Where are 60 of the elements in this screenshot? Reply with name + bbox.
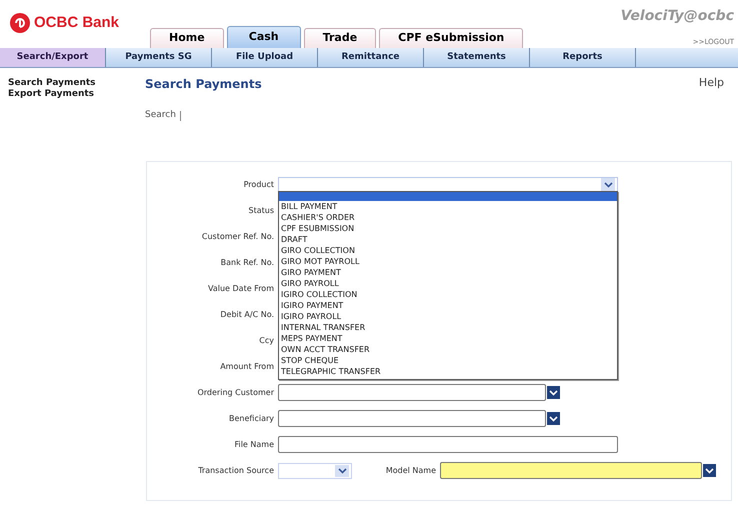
field-label: Debit A/C No. (219, 308, 274, 320)
nav-tab[interactable]: CPF eSubmission (379, 28, 524, 48)
nav-tab[interactable]: Cash (226, 26, 301, 48)
subnav-tab[interactable]: Search/Export (0, 48, 106, 67)
field-label: Ccy (258, 334, 274, 346)
subnav-tab[interactable]: Remittance (318, 48, 424, 67)
field-label: Transaction Source (197, 464, 274, 476)
subnav-tab[interactable]: Payments SG (106, 48, 212, 67)
dropdown-option[interactable]: BILL PAYMENT (279, 200, 617, 212)
lookup-button[interactable] (703, 464, 716, 477)
dropdown-option[interactable]: DRAFT (279, 234, 617, 244)
chevron-down-icon (705, 468, 714, 474)
breadcrumb-link[interactable]: Search (145, 109, 176, 122)
nav-tab[interactable]: Trade (304, 28, 376, 48)
field-label: Ordering Customer (196, 386, 274, 398)
dropdown-option[interactable]: GIRO COLLECTION (279, 244, 617, 256)
dropdown-option[interactable]: MEPS PAYMENT (279, 332, 617, 344)
dropdown-option[interactable]: CPF ESUBMISSION (279, 222, 617, 234)
brand-logo-text: VelociTy@ocbc (620, 7, 734, 26)
subnav-tab[interactable]: File Upload (212, 48, 318, 67)
field-label: Customer Ref. No. (200, 230, 274, 242)
sidebar-link[interactable]: Search Payments (8, 78, 140, 89)
lookup-button[interactable] (547, 412, 560, 425)
field-label: Amount From (219, 360, 274, 372)
field-label: Bank Ref. No. (220, 256, 274, 268)
dropdown-option[interactable]: OWN ACCT TRANSFER (279, 344, 617, 354)
chevron-down-icon (338, 468, 346, 474)
dropdown-option[interactable]: TELEGRAPHIC TRANSFER (279, 366, 617, 376)
input-field[interactable] (278, 436, 618, 453)
field-label: Value Date From (207, 282, 274, 294)
chevron-down-icon (604, 182, 612, 188)
page-title: Search Payments (145, 76, 262, 93)
lookup-field[interactable] (278, 410, 546, 427)
dropdown-option[interactable]: GIRO PAYROLL (279, 278, 617, 288)
lookup-field[interactable] (440, 462, 702, 479)
logo-icon (10, 12, 30, 33)
dropdown-option[interactable]: INTERNAL TRANSFER (279, 322, 617, 332)
field-label: Model Name (384, 464, 436, 476)
field-label: Beneficiary (228, 412, 274, 424)
field-label: Status (248, 204, 274, 216)
subnav-tab[interactable]: Statements (424, 48, 530, 67)
product-dropdown[interactable] (278, 176, 618, 192)
lookup-field[interactable] (278, 384, 546, 401)
field-label: Product (242, 178, 274, 190)
dropdown-option[interactable]: IGIRO COLLECTION (279, 288, 617, 300)
dropdown-option[interactable]: IGIRO PAYMENT (279, 300, 617, 310)
chevron-down-icon (549, 390, 558, 396)
nav-tab[interactable]: Home (150, 28, 224, 48)
dropdown-option[interactable]: GIRO MOT PAYROLL (279, 256, 617, 266)
sidebar-link[interactable]: Export Payments (8, 89, 140, 100)
chevron-down-icon (549, 416, 558, 422)
field-label: File Name (233, 438, 274, 450)
lookup-button[interactable] (547, 386, 560, 399)
help-link[interactable]: Help (698, 75, 732, 93)
dropdown-option[interactable]: STOP CHEQUE (279, 354, 617, 366)
subnav-tab[interactable]: Reports (530, 48, 636, 67)
dropdown-option[interactable]: CASHIER'S ORDER (279, 212, 617, 222)
dropdown-option[interactable]: IGIRO PAYROLL (279, 310, 617, 322)
dropdown-option[interactable]: GIRO PAYMENT (279, 266, 617, 278)
logo-text: OCBC Bank (34, 12, 120, 32)
